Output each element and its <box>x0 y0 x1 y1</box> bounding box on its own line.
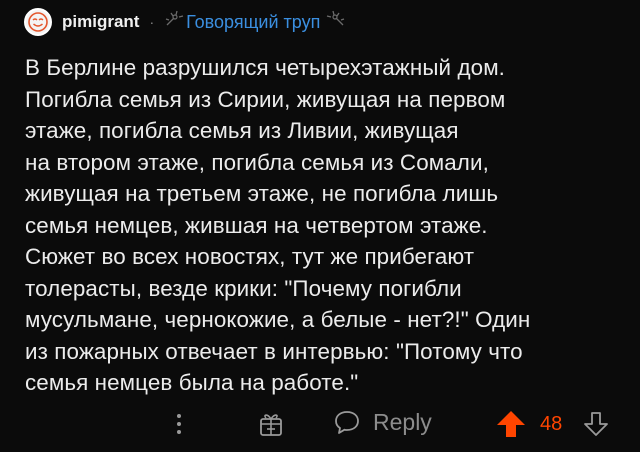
header-separator: · <box>149 14 155 30</box>
flair-decoration-left-icon <box>165 10 184 25</box>
reply-bubble-icon <box>335 411 359 434</box>
username[interactable]: pimigrant <box>62 12 139 32</box>
upvote-arrow-icon[interactable] <box>495 409 527 439</box>
user-flair: Говорящий труп <box>164 10 345 33</box>
award-icon[interactable] <box>258 410 284 438</box>
downvote-arrow-icon[interactable] <box>582 410 610 438</box>
reply-button[interactable]: Reply <box>333 408 432 436</box>
flair-text: Говорящий труп <box>186 11 321 32</box>
comment-text: В Берлине разрушился четырехэтажный дом.… <box>25 55 531 395</box>
user-avatar[interactable] <box>24 8 52 36</box>
comment: pimigrant · Говорящий труп В Берлине раз… <box>0 0 640 452</box>
comment-header: pimigrant · Говорящий труп <box>24 4 345 40</box>
comment-action-bar: Reply 48 <box>0 402 640 446</box>
smiley-avatar-icon <box>28 12 48 32</box>
reply-label: Reply <box>373 408 432 435</box>
comment-body: В Берлине разрушился четырехэтажный дом.… <box>25 52 625 399</box>
vote-score: 48 <box>540 413 563 435</box>
more-options-icon[interactable] <box>176 412 182 436</box>
flair-decoration-right-icon <box>327 10 345 25</box>
